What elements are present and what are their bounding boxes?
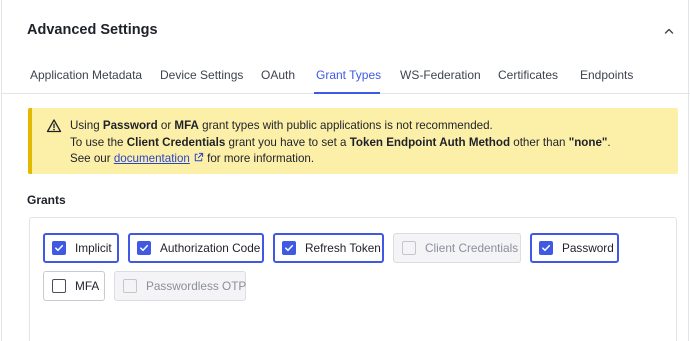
tab-device-settings[interactable]: Device Settings	[160, 68, 243, 82]
grant-label: Password	[562, 241, 614, 255]
tab-certificates[interactable]: Certificates	[498, 68, 558, 82]
tab-oauth[interactable]: OAuth	[261, 68, 295, 82]
tab-endpoints[interactable]: Endpoints	[580, 68, 633, 82]
checkbox-disabled-icon	[402, 241, 416, 255]
checkbox-unchecked-icon	[52, 279, 66, 293]
grant-implicit-checkbox[interactable]: Implicit	[43, 233, 119, 263]
tab-application-metadata[interactable]: Application Metadata	[30, 68, 142, 82]
alert-line-2: To use the Client Credentials grant you …	[70, 135, 611, 149]
grant-passwordless-otp-checkbox: Passwordless OTP	[114, 271, 246, 301]
tab-grant-types[interactable]: Grant Types	[316, 68, 381, 82]
grant-password-checkbox[interactable]: Password	[530, 233, 619, 263]
checkbox-disabled-icon	[123, 279, 137, 293]
grant-label: Authorization Code	[160, 241, 261, 255]
section-title: Advanced Settings	[27, 22, 158, 38]
chevron-up-icon[interactable]	[662, 24, 676, 38]
warning-alert: Using Password or MFA grant types with p…	[28, 108, 678, 174]
alert-message: Using Password or MFA grant types with p…	[70, 118, 611, 168]
grants-container: Implicit Authorization Code Refresh Toke…	[29, 217, 677, 341]
checkbox-checked-icon	[137, 241, 151, 255]
checkbox-checked-icon	[282, 241, 296, 255]
grant-mfa-checkbox[interactable]: MFA	[43, 271, 105, 301]
checkbox-checked-icon	[52, 241, 66, 255]
advanced-settings-panel: Advanced Settings Application Metadata D…	[1, 0, 690, 341]
grant-label: Passwordless OTP	[146, 279, 247, 293]
grant-label: Implicit	[75, 241, 112, 255]
documentation-link[interactable]: documentation	[114, 152, 190, 165]
active-tab-indicator	[314, 92, 380, 94]
alert-line-3: See our documentation for more informati…	[70, 152, 315, 165]
grant-label: Client Credentials	[425, 241, 519, 255]
checkbox-checked-icon	[539, 241, 553, 255]
warning-triangle-icon	[46, 119, 62, 133]
grant-label: MFA	[75, 279, 100, 293]
grant-label: Refresh Token	[305, 241, 381, 255]
alert-line-1: Using Password or MFA grant types with p…	[70, 119, 493, 132]
external-link-icon[interactable]	[193, 152, 204, 163]
grant-authorization-code-checkbox[interactable]: Authorization Code	[128, 233, 264, 263]
grant-client-credentials-checkbox: Client Credentials	[393, 233, 521, 263]
grants-label: Grants	[27, 193, 66, 207]
grant-refresh-token-checkbox[interactable]: Refresh Token	[273, 233, 384, 263]
tab-bar: Application Metadata Device Settings OAu…	[2, 58, 690, 94]
tab-ws-federation[interactable]: WS-Federation	[400, 68, 481, 82]
